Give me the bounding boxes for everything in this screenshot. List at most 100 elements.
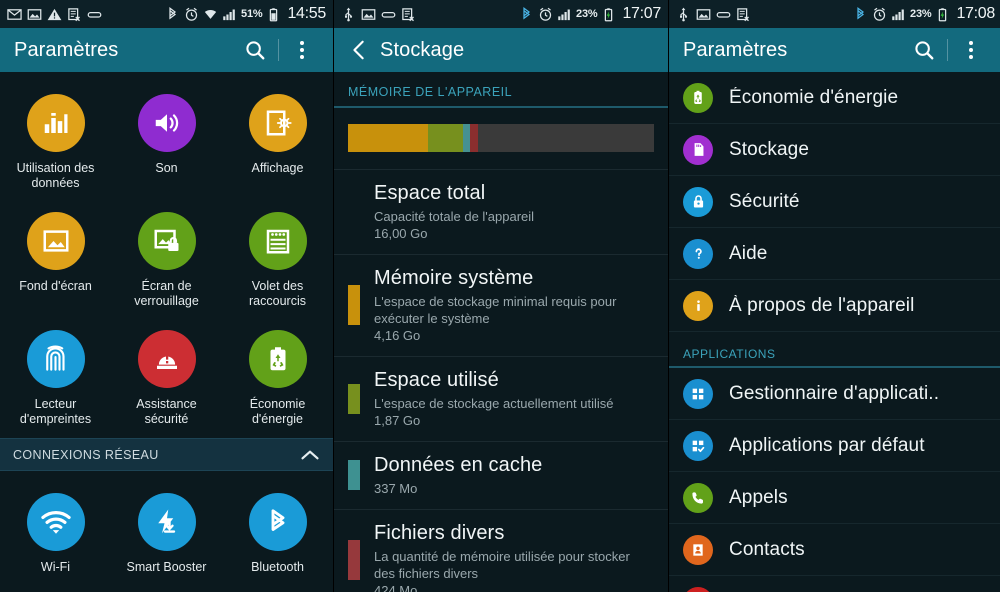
status-bar-right-icons: 23% 17:08 [853,5,995,23]
overflow-menu-button[interactable] [954,30,988,70]
list-item-contacts[interactable]: Contacts [669,524,1000,576]
bluetooth-icon [169,6,177,19]
action-bar-mid: Stockage [334,28,668,72]
speaker-icon [137,94,196,152]
sd-card-icon [683,134,713,165]
capsule-icon [716,11,731,18]
storage-bar-wrap [334,108,668,170]
signal-icon [558,9,570,20]
grid-item-safety-assistance[interactable]: Assistance sécurité [111,320,222,438]
storage-row-used-space[interactable]: Espace utilisé L'espace de stockage actu… [334,357,668,442]
info-icon [683,290,713,321]
action-bar-divider [947,39,948,61]
panel-settings-list: 23% 17:08 Paramètres Économie d'énergie … [668,0,1000,592]
list-item-label: À propos de l'appareil [729,294,915,316]
status-bar-left: 51% 14:55 [0,0,333,28]
battery-percent: 23% [576,8,598,20]
warning-icon [47,8,62,20]
row-title: Fichiers divers [374,522,505,544]
list-item-default-applications[interactable]: Applications par défaut [669,420,1000,472]
grid-item-smart-booster[interactable]: Smart Booster [111,483,222,587]
usb-icon [680,7,688,21]
grid-item-sound[interactable]: Son [111,84,222,202]
list-item-calls[interactable]: Appels [669,472,1000,524]
list-item-storage[interactable]: Stockage [669,124,1000,176]
status-bar-clock: 14:55 [287,5,326,22]
list-item-help[interactable]: Aide [669,228,1000,280]
grid-item-partial-1[interactable] [0,587,111,592]
image-icon [26,212,85,270]
storage-row-system-memory[interactable]: Mémoire système L'espace de stockage min… [334,255,668,357]
grid-item-label: Wi-Fi [40,560,71,574]
settings-grid-section-2: Wi-Fi Smart Booster Bluetooth [0,471,333,592]
swatch-cached-data [348,460,360,490]
row-desc: Capacité totale de l'appareil [374,209,535,224]
overflow-menu-button[interactable] [285,30,319,70]
settings-grid-scroll[interactable]: Utilisation des données Son Affichage Fo… [0,72,333,592]
grid-item-partial-2[interactable] [111,587,222,592]
section-header-label: MÉMOIRE DE L'APPAREIL [348,85,513,99]
grid-item-wallpaper[interactable]: Fond d'écran [0,202,111,320]
search-icon [246,41,265,60]
storage-row-cached-data[interactable]: Données en cache 337 Mo [334,442,668,510]
battery-charging-icon [939,7,947,21]
row-value: 4,16 Go [374,328,421,343]
contact-card-icon [683,534,713,565]
list-item-security[interactable]: Sécurité [669,176,1000,228]
bolt-download-icon [137,493,196,551]
bluetooth-icon [248,493,307,551]
list-item-email[interactable]: E-mail [669,576,1000,592]
wifi-icon [26,493,85,551]
row-desc: L'espace de stockage actuellement utilis… [374,396,614,411]
status-bar-clock: 17:07 [622,5,661,22]
row-value: 1,87 Go [374,413,421,428]
grid-item-label: Affichage [251,161,304,175]
storage-row-total[interactable]: Espace total Capacité totale de l'appare… [334,170,668,255]
row-title: Mémoire système [374,267,534,289]
storage-body[interactable]: MÉMOIRE DE L'APPAREIL Espace total Capac… [334,72,668,592]
list-item-about-device[interactable]: À propos de l'appareil [669,280,1000,332]
settings-list-scroll[interactable]: Économie d'énergie Stockage Sécurité Aid… [669,72,1000,592]
chevron-up-icon[interactable] [300,448,320,462]
search-button[interactable] [238,30,272,70]
list-item-application-manager[interactable]: Gestionnaire d'applicati.. [669,368,1000,420]
grid-item-partial-3[interactable] [222,587,333,592]
action-bar-actions [907,30,988,70]
alert-siren-icon [137,330,196,388]
battery-recycle-icon [248,330,307,388]
page-title: Paramètres [683,38,788,61]
grid-item-label: Bluetooth [251,560,304,574]
grid-item-bluetooth[interactable]: Bluetooth [222,483,333,587]
grid-item-notification-panel[interactable]: Volet des raccourcis [222,202,333,320]
grid-item-data-usage[interactable]: Utilisation des données [0,84,111,202]
battery-charging-icon [605,7,613,21]
grid-item-fingerprint[interactable]: Lecteur d'empreintes [0,320,111,438]
list-item-label: Stockage [729,138,810,160]
grid-item-label: Assistance sécurité [136,397,197,426]
mail-icon [7,8,22,20]
chevron-left-icon[interactable] [348,38,370,62]
page-title: Stockage [380,38,465,61]
action-bar-divider [278,39,279,61]
grid-item-display[interactable]: Affichage [222,84,333,202]
list-item-label: Aide [729,242,768,264]
search-button[interactable] [907,30,941,70]
alarm-icon [185,7,198,21]
row-value: 424 Mo [374,583,418,592]
grid-item-lock-screen[interactable]: Écran de verrouillage [111,202,222,320]
storage-row-misc-files[interactable]: Fichiers divers La quantité de mémoire u… [334,510,668,592]
section-header-label: CONNEXIONS RÉSEAU [13,447,159,462]
lock-icon [683,186,713,217]
grid-item-power-saving[interactable]: Économie d'énergie [222,320,333,438]
triple-panel-screenshot: 51% 14:55 Paramètres Utilisation des don… [0,0,1000,592]
action-bar-left: Paramètres [0,28,333,72]
section-header-network-connections[interactable]: CONNEXIONS RÉSEAU [0,438,333,471]
battery-recycle-icon [683,82,713,113]
alarm-icon [539,7,552,21]
list-item-power-saving[interactable]: Économie d'énergie [669,72,1000,124]
document-error-icon [737,7,749,21]
grid-item-wifi[interactable]: Wi-Fi [0,483,111,587]
document-error-icon [68,7,80,21]
alarm-icon [873,7,886,21]
status-bar-left-icons [676,7,853,22]
